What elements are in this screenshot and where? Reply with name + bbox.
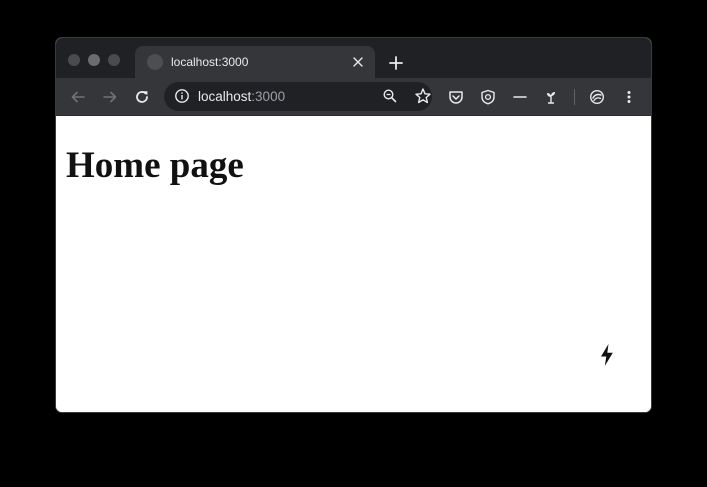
page-viewport: Home page — [56, 116, 651, 412]
shield-icon[interactable] — [478, 87, 498, 107]
url-text: localhost:3000 — [198, 89, 285, 105]
tab-strip: localhost:3000 — [56, 38, 651, 78]
browser-toolbar: localhost:3000 — [56, 78, 651, 116]
forward-arrow-icon[interactable] — [100, 87, 120, 107]
reload-icon[interactable] — [132, 87, 152, 107]
tab-localhost[interactable]: localhost:3000 — [135, 46, 375, 78]
tab-title: localhost:3000 — [171, 55, 249, 69]
devtools-extension-icon[interactable] — [587, 87, 607, 107]
page-heading: Home page — [66, 145, 244, 186]
window-close-button[interactable] — [68, 54, 80, 66]
toolbar-divider — [574, 89, 575, 105]
kebab-menu-icon[interactable] — [619, 87, 639, 107]
address-bar[interactable]: localhost:3000 — [164, 82, 432, 111]
window-minimize-button[interactable] — [88, 54, 100, 66]
back-arrow-icon[interactable] — [68, 87, 88, 107]
url-port: :3000 — [251, 89, 286, 104]
browser-window: localhost:3000 localhost:3000 Home page — [56, 38, 651, 412]
url-host: localhost — [198, 89, 252, 104]
tab-close-icon[interactable] — [349, 53, 367, 71]
window-maximize-button[interactable] — [108, 54, 120, 66]
site-info-icon[interactable] — [174, 88, 190, 104]
bookmark-star-icon[interactable] — [414, 87, 432, 105]
favicon-icon — [147, 54, 163, 70]
new-tab-plus-icon[interactable] — [386, 53, 406, 73]
lightning-icon[interactable] — [597, 343, 617, 367]
pocket-icon[interactable] — [446, 87, 466, 107]
zoom-icon[interactable] — [382, 88, 398, 104]
plant-extension-icon[interactable] — [541, 87, 561, 107]
dash-extension-icon[interactable] — [510, 87, 530, 107]
